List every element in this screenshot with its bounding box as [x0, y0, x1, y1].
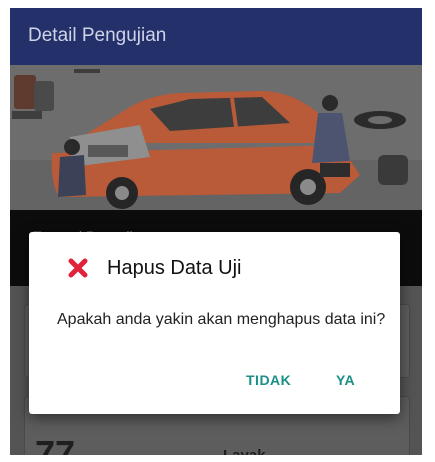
- page-title: Detail Pengujian: [28, 25, 167, 46]
- cancel-button[interactable]: TIDAK: [246, 372, 291, 388]
- dialog-title: Hapus Data Uji: [107, 257, 242, 279]
- dialog-message: Apakah anda yakin akan menghapus data in…: [57, 311, 386, 328]
- delete-confirm-dialog: Hapus Data Uji Apakah anda yakin akan me…: [29, 232, 400, 414]
- score-status: Layak: [223, 447, 266, 455]
- car-repair-illustration: [10, 65, 422, 210]
- score-value: 77: [35, 433, 76, 455]
- app-bar: Detail Pengujian: [10, 8, 422, 65]
- close-icon: [67, 257, 89, 279]
- header-illustration: [10, 65, 422, 210]
- confirm-button[interactable]: YA: [336, 372, 355, 388]
